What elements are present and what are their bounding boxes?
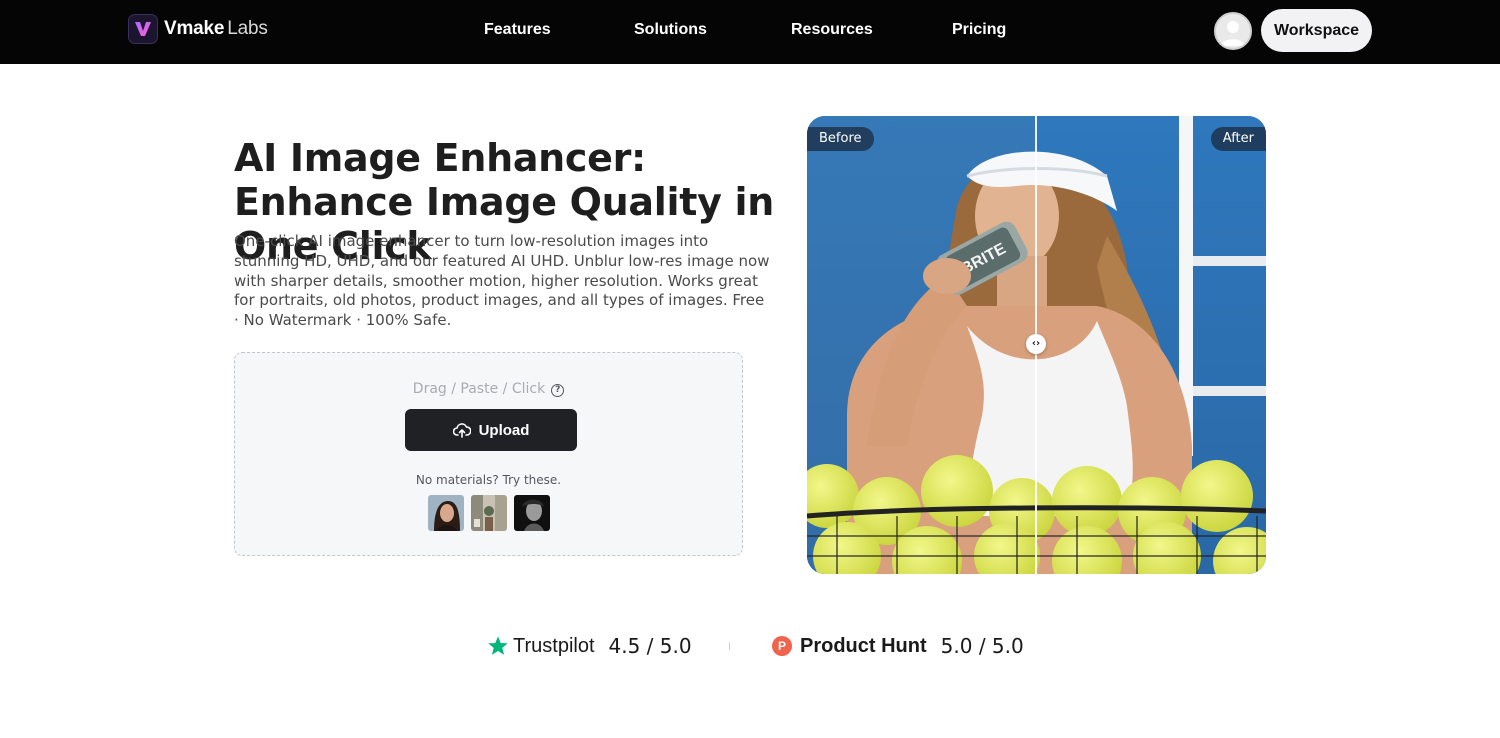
nav-resources[interactable]: Resources — [791, 21, 873, 39]
compare-slider-handle[interactable]: ‹› — [1026, 334, 1046, 354]
sample-hint: No materials? Try these. — [415, 473, 562, 487]
after-label: After — [1210, 127, 1266, 151]
trustpilot-rating: Trustpilot 4.5 / 5.0 — [487, 634, 692, 658]
upload-dropzone[interactable]: Drag / Paste / Click? Upload No material… — [234, 352, 743, 556]
upload-button[interactable]: Upload — [405, 409, 577, 451]
nav-pricing[interactable]: Pricing — [952, 21, 1006, 39]
brand-name: Vmake Labs — [164, 18, 268, 39]
brand-logo[interactable]: Vmake Labs — [128, 14, 268, 44]
user-icon — [1221, 21, 1245, 46]
rating-divider — [729, 642, 730, 650]
trustpilot-name: Trustpilot — [513, 634, 595, 657]
drag-paste-hint: Drag / Paste / Click? — [235, 381, 742, 397]
upload-label: Upload — [478, 421, 530, 439]
sample-images — [428, 495, 550, 531]
top-navigation-bar: Vmake Labs Features Solutions Resources P… — [0, 0, 1500, 64]
help-icon[interactable]: ? — [551, 384, 565, 397]
trustpilot-score: 4.5 / 5.0 — [608, 634, 692, 658]
user-avatar[interactable] — [1214, 12, 1252, 50]
cloud-upload-icon — [452, 423, 471, 438]
producthunt-rating: P Product Hunt 5.0 / 5.0 — [772, 634, 1024, 658]
nav-features[interactable]: Features — [484, 21, 551, 39]
hero-description: One-click AI image enhancer to turn low-… — [234, 232, 770, 330]
drag-hint-text: Drag / Paste / Click — [412, 381, 546, 397]
before-label: Before — [807, 127, 874, 151]
producthunt-name: Product Hunt — [800, 634, 927, 657]
vmake-logo-icon — [128, 14, 158, 44]
star-icon — [488, 636, 508, 655]
sample-image-street[interactable] — [471, 495, 507, 531]
nav-solutions[interactable]: Solutions — [634, 21, 707, 39]
sample-image-portrait[interactable] — [428, 495, 464, 531]
producthunt-score: 5.0 / 5.0 — [940, 634, 1024, 658]
producthunt-icon: P — [772, 636, 792, 656]
workspace-button[interactable]: Workspace — [1261, 9, 1372, 52]
sample-image-bw-portrait[interactable] — [514, 495, 550, 531]
before-after-comparison[interactable]: BRITE Before After ‹› — [807, 116, 1266, 574]
